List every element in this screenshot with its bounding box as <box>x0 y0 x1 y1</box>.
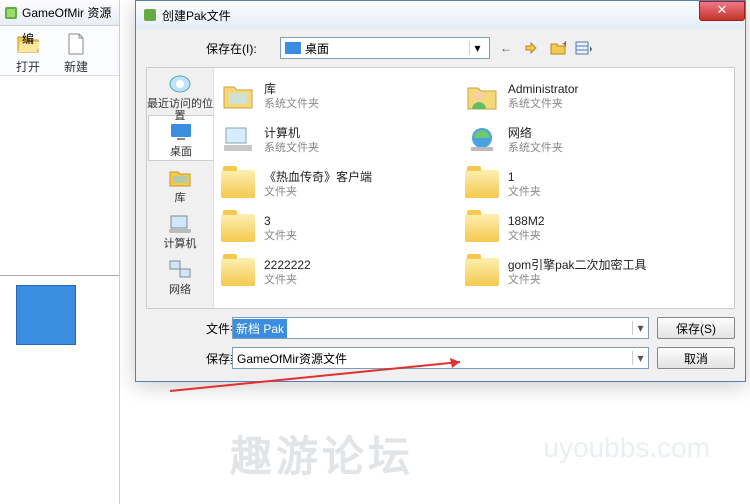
file-list[interactable]: 库系统文件夹 Administrator系统文件夹 计算机系统文件夹 网络系统文… <box>214 67 735 309</box>
list-item[interactable]: Administrator系统文件夹 <box>464 74 708 118</box>
folder-icon <box>220 254 256 290</box>
svg-text:✦: ✦ <box>561 41 566 51</box>
watermark-text: 趣游论坛 <box>230 423 414 484</box>
folder-icon <box>220 166 256 202</box>
list-item[interactable]: 3文件夹 <box>220 206 464 250</box>
recent-icon <box>166 72 194 96</box>
computer-icon <box>220 122 256 158</box>
dialog-title: 创建Pak文件 <box>162 7 231 24</box>
chevron-down-icon[interactable]: ▾ <box>632 321 648 335</box>
sidebar-item-computer[interactable]: 计算机 <box>147 208 213 254</box>
save-in-combo[interactable]: 桌面 ▾ <box>280 37 490 59</box>
filetype-value: GameOfMir资源文件 <box>233 350 351 367</box>
folder-icon <box>464 166 500 202</box>
sidebar-item-network[interactable]: 网络 <box>147 254 213 300</box>
watermark-url: uyoubbs.com <box>543 432 710 464</box>
view-menu-button[interactable] <box>574 39 594 57</box>
list-item[interactable]: 网络系统文件夹 <box>464 118 708 162</box>
filename-row: 文件名(N): 新档 Pak ▾ 保存(S) <box>146 317 735 339</box>
dialog-titlebar[interactable]: 创建Pak文件 ✕ <box>136 1 745 29</box>
sidebar-label: 库 <box>147 192 213 204</box>
filetype-combo[interactable]: GameOfMir资源文件 ▾ <box>232 347 649 369</box>
new-icon <box>64 32 88 56</box>
network-icon <box>166 258 194 282</box>
places-sidebar: 最近访问的位置 桌面 库 计算机 网络 <box>146 67 214 309</box>
list-item[interactable]: 库系统文件夹 <box>220 74 464 118</box>
sidebar-label: 网络 <box>147 284 213 296</box>
folder-icon <box>220 78 256 114</box>
sidebar-label: 桌面 <box>149 146 213 158</box>
save-button[interactable]: 保存(S) <box>657 317 735 339</box>
filename-value: 新档 Pak <box>233 319 287 338</box>
computer-icon <box>166 212 194 236</box>
filename-label: 文件名(N): <box>146 320 224 337</box>
dialog-icon <box>142 7 158 23</box>
new-label: 新建 <box>52 58 100 75</box>
user-icon <box>464 78 500 114</box>
open-label: 打开 <box>4 58 52 75</box>
list-item[interactable]: gom引擎pak二次加密工具文件夹 <box>464 250 708 294</box>
preview-thumbnail[interactable] <box>16 285 76 345</box>
sidebar-label: 计算机 <box>147 238 213 250</box>
sidebar-item-recent[interactable]: 最近访问的位置 <box>147 68 213 114</box>
list-item[interactable]: 188M2文件夹 <box>464 206 708 250</box>
chevron-down-icon[interactable]: ▾ <box>632 351 648 365</box>
list-item[interactable]: 《热血传奇》客户端文件夹 <box>220 162 464 206</box>
folder-icon <box>464 254 500 290</box>
close-button[interactable]: ✕ <box>699 1 745 21</box>
back-button[interactable]: ← <box>496 39 516 57</box>
new-folder-button[interactable]: ✦ <box>548 39 568 57</box>
sidebar-item-libraries[interactable]: 库 <box>147 162 213 208</box>
filetype-label: 保存类型(T): <box>146 350 224 367</box>
dialog-mid: 最近访问的位置 桌面 库 计算机 网络 <box>146 67 735 309</box>
list-item[interactable]: 计算机系统文件夹 <box>220 118 464 162</box>
new-button[interactable]: 新建 <box>52 30 100 71</box>
chevron-down-icon[interactable]: ▾ <box>469 41 485 55</box>
folder-icon <box>220 210 256 246</box>
folder-icon <box>464 210 500 246</box>
list-item[interactable]: 2222222文件夹 <box>220 250 464 294</box>
save-location-row: 保存在(I): 桌面 ▾ ← ✦ <box>146 37 735 59</box>
app-icon <box>3 5 19 21</box>
dialog-body: 保存在(I): 桌面 ▾ ← ✦ 最近访问的位置 桌面 <box>136 29 745 381</box>
filename-input[interactable]: 新档 Pak ▾ <box>232 317 649 339</box>
desktop-icon <box>285 42 301 54</box>
save-dialog: 创建Pak文件 ✕ 保存在(I): 桌面 ▾ ← ✦ 最近访问的位置 <box>135 0 746 382</box>
main-toolbar: 打开 新建 <box>0 26 119 76</box>
main-app: GameOfMir 资源编 打开 新建 <box>0 0 120 504</box>
list-item[interactable]: 1文件夹 <box>464 162 708 206</box>
filetype-row: 保存类型(T): GameOfMir资源文件 ▾ 取消 <box>146 347 735 369</box>
save-in-value: 桌面 <box>305 40 329 57</box>
up-button[interactable] <box>522 39 542 57</box>
desktop-icon <box>167 120 195 144</box>
tree-area[interactable] <box>0 76 119 276</box>
libraries-icon <box>166 166 194 190</box>
cancel-button[interactable]: 取消 <box>657 347 735 369</box>
save-in-label: 保存在(I): <box>206 40 274 57</box>
network-icon <box>464 122 500 158</box>
app-titlebar: GameOfMir 资源编 <box>0 0 119 26</box>
sidebar-item-desktop[interactable]: 桌面 <box>148 115 213 161</box>
